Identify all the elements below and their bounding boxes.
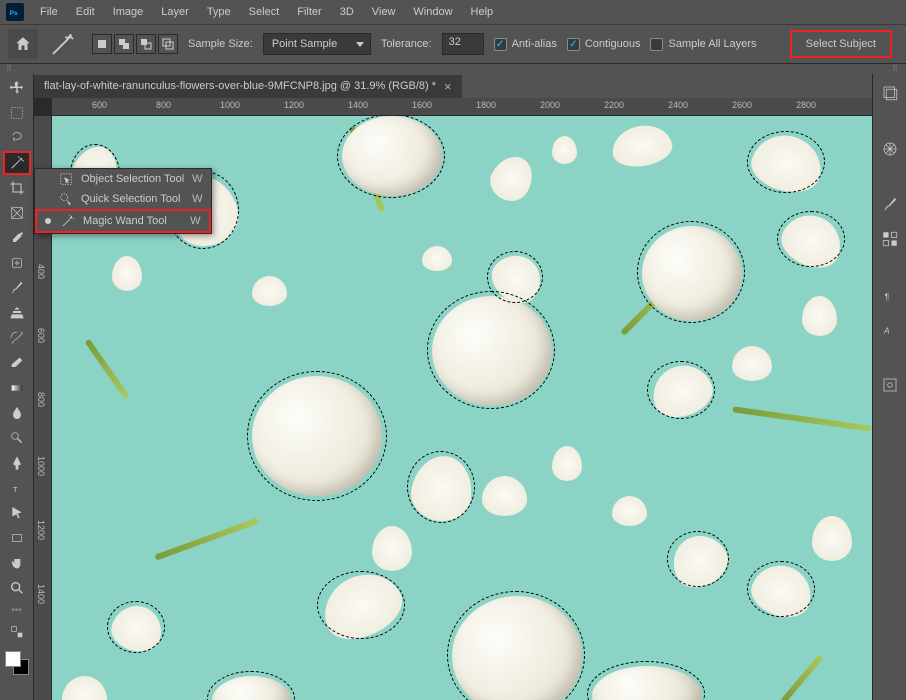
menu-view[interactable]: View	[364, 3, 404, 21]
flyout-quick-selection[interactable]: Quick Selection Tool W	[35, 189, 211, 209]
history-brush-tool[interactable]	[3, 326, 31, 350]
tool-flyout-menu: Object Selection Tool W Quick Selection …	[34, 168, 212, 234]
right-collapsed-panels: ¶ A	[872, 74, 906, 700]
type-tool[interactable]: T	[3, 476, 31, 500]
selection-add-icon[interactable]	[114, 34, 134, 54]
frame-tool[interactable]	[3, 201, 31, 225]
svg-text:A: A	[883, 327, 890, 336]
zoom-tool[interactable]	[3, 576, 31, 600]
rectangle-tool[interactable]	[3, 526, 31, 550]
lasso-tool[interactable]	[3, 126, 31, 150]
anti-alias-checkbox[interactable]: Anti-alias	[494, 38, 557, 51]
menu-select[interactable]: Select	[241, 3, 288, 21]
blur-tool[interactable]	[3, 401, 31, 425]
menubar: Ps File Edit Image Layer Type Select Fil…	[0, 0, 906, 24]
svg-text:Ps: Ps	[10, 10, 18, 17]
panel-layers-icon[interactable]	[877, 80, 903, 106]
menu-window[interactable]: Window	[405, 3, 460, 21]
marquee-tool[interactable]	[3, 101, 31, 125]
panel-brushes-icon[interactable]	[877, 192, 903, 218]
crop-tool[interactable]	[3, 176, 31, 200]
clone-stamp-tool[interactable]	[3, 301, 31, 325]
menu-3d[interactable]: 3D	[332, 3, 362, 21]
menu-edit[interactable]: Edit	[68, 3, 103, 21]
menu-file[interactable]: File	[32, 3, 66, 21]
tolerance-label: Tolerance:	[381, 38, 432, 50]
sample-size-select[interactable]: Point Sample	[263, 33, 371, 55]
menu-help[interactable]: Help	[463, 3, 502, 21]
sample-all-layers-checkbox[interactable]: Sample All Layers	[650, 38, 756, 51]
panel-grip-row: ⠿⠿	[0, 64, 906, 74]
flyout-magic-wand[interactable]: Magic Wand Tool W	[35, 209, 211, 233]
svg-text:T: T	[13, 485, 18, 494]
sample-size-label: Sample Size:	[188, 38, 253, 50]
menu-type[interactable]: Type	[199, 3, 239, 21]
close-tab-icon[interactable]: ×	[444, 79, 452, 94]
gradient-tool[interactable]	[3, 376, 31, 400]
selection-intersect-icon[interactable]	[158, 34, 178, 54]
dodge-tool[interactable]	[3, 426, 31, 450]
options-bar: Sample Size: Point Sample Tolerance: 32 …	[0, 24, 906, 64]
menu-image[interactable]: Image	[105, 3, 152, 21]
toolbox-more[interactable]: •••	[11, 605, 22, 616]
pen-tool[interactable]	[3, 451, 31, 475]
healing-brush-tool[interactable]	[3, 251, 31, 275]
flyout-object-selection[interactable]: Object Selection Tool W	[35, 169, 211, 189]
menu-layer[interactable]: Layer	[153, 3, 197, 21]
ruler-horizontal: 600 800 1000 1200 1400 1600 1800 2000 22…	[52, 98, 872, 116]
contiguous-checkbox[interactable]: Contiguous	[567, 38, 641, 51]
document-tab-bar: flat-lay-of-white-ranunculus-flowers-ove…	[34, 74, 872, 98]
panel-character-icon[interactable]: A	[877, 316, 903, 342]
move-tool[interactable]	[3, 76, 31, 100]
panel-swatches-icon[interactable]	[877, 226, 903, 252]
current-tool-icon[interactable]	[48, 31, 78, 57]
toolbox: T •••	[0, 74, 34, 700]
selection-mode-group	[92, 34, 178, 54]
panel-properties-icon[interactable]	[877, 372, 903, 398]
home-button[interactable]	[8, 29, 38, 59]
document-tab[interactable]: flat-lay-of-white-ranunculus-flowers-ove…	[34, 75, 462, 98]
panel-paragraph-icon[interactable]: ¶	[877, 282, 903, 308]
brush-tool[interactable]	[3, 276, 31, 300]
magic-wand-tool[interactable]	[3, 151, 31, 175]
hand-tool[interactable]	[3, 551, 31, 575]
path-selection-tool[interactable]	[3, 501, 31, 525]
svg-text:¶: ¶	[884, 293, 889, 302]
menu-filter[interactable]: Filter	[289, 3, 329, 21]
tolerance-input[interactable]: 32	[442, 33, 484, 55]
photoshop-logo-icon: Ps	[6, 3, 24, 21]
edit-toolbar[interactable]	[3, 620, 31, 644]
selection-subtract-icon[interactable]	[136, 34, 156, 54]
selection-new-icon[interactable]	[92, 34, 112, 54]
select-subject-button[interactable]: Select Subject	[790, 30, 892, 58]
panel-color-icon[interactable]	[877, 136, 903, 162]
eyedropper-tool[interactable]	[3, 226, 31, 250]
eraser-tool[interactable]	[3, 351, 31, 375]
color-swatches[interactable]	[5, 651, 29, 675]
